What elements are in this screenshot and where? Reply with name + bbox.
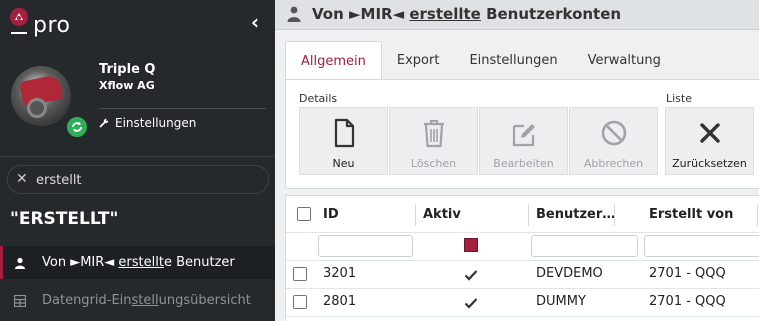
filter-aktiv-checkbox[interactable] (464, 238, 478, 252)
row-checkbox[interactable] (293, 267, 307, 281)
user-icon (14, 256, 28, 270)
tab-einstellungen[interactable]: Einstellungen (454, 41, 572, 79)
column-divider[interactable] (415, 204, 416, 226)
sidebar: pro ‹ Triple Q Xflow AG Einstellungen ✕ … (0, 0, 275, 321)
row-checkbox[interactable] (293, 295, 307, 309)
cell-erstellt-von: 2701 - QQQ (649, 266, 726, 281)
tab-export[interactable]: Export (382, 41, 455, 79)
table-row[interactable]: 2801 DUMMY 2701 - QQQ (286, 289, 759, 317)
column-divider[interactable] (614, 204, 615, 226)
user-name: Triple Q (99, 62, 156, 77)
page-header: Von ►MIR◄ erstellte Benutzerkonten (275, 0, 759, 30)
column-divider[interactable] (757, 204, 758, 226)
app-logo[interactable]: pro (8, 8, 71, 42)
column-header-erstellt-von[interactable]: Erstellt von (649, 207, 733, 222)
new-button-label: Neu (332, 157, 355, 170)
collapse-sidebar-icon[interactable]: ‹ (245, 10, 265, 34)
user-company: Xflow AG (99, 79, 155, 92)
avatar[interactable] (11, 66, 71, 126)
grid-filter-row (286, 233, 759, 261)
column-header-id[interactable]: ID (323, 207, 339, 222)
select-all-checkbox[interactable] (297, 207, 311, 221)
data-grid: ID Aktiv Benutzer… Erstellt von 3201 DEV… (285, 195, 759, 321)
cell-benutzer: DUMMY (536, 294, 586, 309)
cancel-button-label: Abbrechen (583, 157, 644, 170)
check-icon (464, 298, 478, 309)
cell-id: 3201 (323, 266, 357, 281)
settings-link[interactable]: Einstellungen (99, 116, 196, 130)
nav-item-datengrid-einstellungsuebersicht[interactable]: Datengrid-Einstellungsübersicht (0, 284, 275, 317)
logo-bar (11, 32, 27, 34)
table-row[interactable]: 3201 DEVDEMO 2701 - QQQ (286, 261, 759, 289)
edit-button[interactable]: Bearbeiten (479, 107, 568, 175)
divider (99, 108, 266, 109)
cell-benutzer: DEVDEMO (536, 266, 603, 281)
sync-icon (64, 114, 90, 140)
cancel-button[interactable]: Abbrechen (569, 107, 658, 175)
edit-icon (512, 124, 535, 147)
cell-id: 2801 (323, 294, 357, 309)
edit-button-label: Bearbeiten (493, 157, 554, 170)
search-result-title: "ERSTELLT" (10, 209, 119, 229)
tab-allgemein[interactable]: Allgemein (285, 41, 382, 80)
nav-item-label: Datengrid-Einstellungsübersicht (42, 293, 251, 308)
filter-erstellt-von-input[interactable] (644, 235, 759, 257)
tab-verwaltung[interactable]: Verwaltung (573, 41, 676, 79)
nav-item-label: Von ►MIR◄ erstellte Benutzer (42, 255, 235, 270)
trash-icon (423, 120, 444, 148)
nav-item-von-mir-erstellte-benutzer[interactable]: Von ►MIR◄ erstellte Benutzer (0, 246, 275, 279)
column-divider[interactable] (528, 204, 529, 226)
search-box: ✕ (7, 165, 269, 194)
group-label-details: Details (299, 92, 338, 105)
reset-button-label: Zurücksetzen (672, 157, 747, 170)
search-input[interactable] (36, 170, 256, 190)
cancel-icon (601, 120, 626, 146)
clear-search-icon[interactable]: ✕ (16, 171, 28, 187)
wrench-icon (99, 118, 109, 128)
column-header-aktiv[interactable]: Aktiv (423, 207, 461, 222)
user-icon (287, 6, 301, 22)
reset-button[interactable]: Zurücksetzen (665, 107, 754, 175)
file-icon (334, 118, 354, 148)
divider (0, 156, 275, 157)
settings-link-label: Einstellungen (115, 116, 197, 130)
new-button[interactable]: Neu (299, 107, 388, 175)
cell-erstellt-von: 2701 - QQQ (649, 294, 726, 309)
delete-button-label: Löschen (410, 157, 457, 170)
ribbon-toolbar: Details Liste Neu Löschen Bearbeiten Abb… (285, 79, 759, 189)
logo-icon (10, 8, 28, 26)
check-icon (464, 270, 478, 281)
tab-bar: Allgemein Export Einstellungen Verwaltun… (285, 41, 676, 80)
grid-header-row: ID Aktiv Benutzer… Erstellt von (286, 196, 759, 233)
group-label-liste: Liste (666, 92, 692, 105)
filter-benutzer-input[interactable] (531, 235, 638, 257)
avatar-wheel-image (27, 98, 47, 118)
delete-button[interactable]: Löschen (389, 107, 478, 175)
column-header-benutzer[interactable]: Benutzer… (536, 207, 615, 222)
grid-icon (14, 294, 28, 308)
close-icon (699, 123, 720, 143)
logo-text: pro (33, 13, 71, 38)
filter-id-input[interactable] (318, 235, 413, 257)
main-content: Von ►MIR◄ erstellte Benutzerkonten Allge… (275, 0, 759, 321)
page-title: Von ►MIR◄ erstellte Benutzerkonten (312, 5, 622, 23)
